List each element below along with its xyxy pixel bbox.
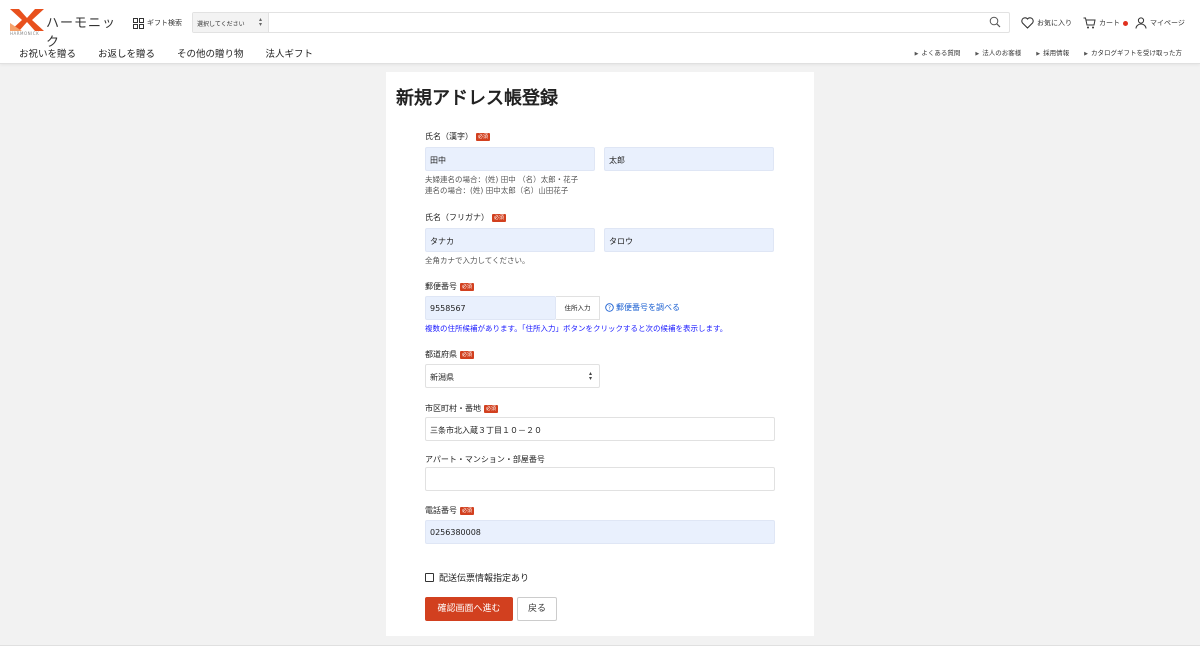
nav-item-celebration[interactable]: お祝いを贈る (19, 46, 76, 60)
sub-nav-faq-label: よくある質問 (921, 49, 961, 57)
city-label-row: 市区町村・番地 必須 (425, 403, 499, 414)
gift-search-label: ギフト検索 (147, 19, 182, 27)
sub-nav-recruit-label: 採用情報 (1043, 49, 1070, 57)
name-hint-couple: 夫婦連名の場合：(姓) 田中 （名）太郎・花子 (425, 175, 579, 184)
address-form-card: 新規アドレス帳登録 氏名（漢字） 必須 田中 太郎 夫婦連名の場合：(姓) 田中… (386, 72, 814, 636)
favorites-link[interactable]: お気に入り (1021, 17, 1072, 29)
sub-nav-corporate-label: 法人のお客様 (982, 49, 1022, 57)
prefecture-select[interactable]: 新潟県 ▴ ▾ (425, 364, 600, 388)
triangle-right-icon: ▶ (1084, 51, 1088, 57)
city-label: 市区町村・番地 (425, 404, 481, 413)
search-icon[interactable] (989, 16, 1001, 28)
cart-label: カート (1099, 19, 1120, 27)
svg-text:?: ? (608, 306, 611, 312)
help-circle-icon: ? (605, 303, 614, 312)
main-nav: お祝いを贈る お返しを贈る その他の贈り物 法人ギフト (19, 46, 313, 60)
prefecture-label: 都道府県 (425, 350, 457, 359)
logo[interactable]: ハーモニック HARMONICK (10, 9, 120, 50)
sub-nav-corporate[interactable]: ▶ 法人のお客様 (975, 47, 1021, 57)
select-arrows-icon: ▴ ▾ (258, 16, 262, 28)
zip-lookup-link[interactable]: ? 郵便番号を調べる (605, 302, 680, 313)
cart-icon (1083, 17, 1096, 29)
user-icon (1135, 17, 1147, 29)
gift-search-button[interactable]: ギフト検索 (133, 16, 182, 30)
triangle-right-icon: ▶ (1036, 51, 1041, 57)
mypage-link[interactable]: マイページ (1135, 17, 1185, 29)
logo-text: ハーモニック (46, 16, 117, 50)
favorites-label: お気に入り (1037, 19, 1072, 27)
footer-edge (0, 645, 1200, 653)
search-category-select[interactable]: 選択してください ▴ ▾ (193, 13, 269, 32)
required-badge: 必須 (484, 404, 499, 413)
name-hint-joint: 連名の場合：(姓) 田中太郎（名）山田花子 (425, 186, 569, 195)
select-arrows-icon: ▴ ▾ (588, 370, 592, 382)
grid-icon (133, 17, 144, 29)
nav-item-return-gift[interactable]: お返しを贈る (98, 46, 155, 60)
zip-input[interactable]: 9558567 (425, 296, 556, 320)
logo-mark-icon (10, 9, 44, 31)
shipping-label-option[interactable]: 配送伝票情報指定あり (425, 571, 529, 584)
cart-link[interactable]: カート (1083, 17, 1128, 29)
city-input[interactable]: 三条市北入蔵３丁目１０－２０ (425, 417, 775, 441)
nav-item-other-gifts[interactable]: その他の贈り物 (177, 46, 244, 60)
phone-label: 電話番号 (425, 506, 457, 515)
sub-nav: ▶ よくある質問 ▶ 法人のお客様 ▶ 採用情報 ▶ カタログギフトを受け取った方 (915, 47, 1182, 57)
phone-label-row: 電話番号 必須 (425, 505, 475, 516)
kana-hint: 全角カナで入力してください。 (425, 256, 530, 265)
name-kanji-label: 氏名（漢字） (425, 132, 473, 141)
triangle-right-icon: ▶ (914, 51, 919, 57)
site-header: ハーモニック HARMONICK ギフト検索 選択してください ▴ ▾ お気に入り… (0, 0, 1200, 64)
first-name-kanji-input[interactable]: 太郎 (604, 147, 774, 171)
first-name-kana-input[interactable]: タロウ (604, 228, 774, 252)
last-name-kanji-input[interactable]: 田中 (425, 147, 595, 171)
required-badge: 必須 (492, 213, 507, 222)
search-category-value: 選択してください (197, 21, 245, 28)
page-title: 新規アドレス帳登録 (396, 88, 558, 109)
sub-nav-catalog-recipient[interactable]: ▶ カタログギフトを受け取った方 (1084, 47, 1182, 57)
search-input[interactable] (271, 13, 971, 32)
sub-nav-catalog-recipient-label: カタログギフトを受け取った方 (1091, 49, 1182, 57)
cart-badge (1123, 20, 1128, 26)
required-badge: 必須 (460, 506, 475, 515)
required-badge: 必須 (460, 282, 475, 291)
sub-nav-recruit[interactable]: ▶ 採用情報 (1036, 47, 1069, 57)
name-kanji-label-row: 氏名（漢字） 必須 (425, 131, 491, 142)
last-name-kana-input[interactable]: タナカ (425, 228, 595, 252)
zip-label-row: 郵便番号 必須 (425, 281, 475, 292)
building-label: アパート・マンション・部屋番号 (425, 455, 545, 464)
building-label-row: アパート・マンション・部屋番号 (425, 454, 545, 465)
nav-item-corporate-gift[interactable]: 法人ギフト (266, 46, 314, 60)
triangle-right-icon: ▶ (975, 51, 980, 57)
logo-subtext: HARMONICK (10, 31, 40, 36)
required-badge: 必須 (476, 132, 491, 141)
back-button[interactable]: 戻る (517, 597, 557, 621)
prefecture-value: 新潟県 (430, 373, 454, 382)
address-fill-button[interactable]: 住所入力 (556, 296, 600, 320)
zip-label: 郵便番号 (425, 282, 457, 291)
mypage-label: マイページ (1150, 19, 1185, 27)
prefecture-label-row: 都道府県 必須 (425, 349, 475, 360)
zip-lookup-label: 郵便番号を調べる (616, 303, 680, 312)
building-input[interactable] (425, 467, 775, 491)
shipping-label-checkbox[interactable] (425, 573, 434, 582)
zip-candidates-note: 複数の住所候補があります。「住所入力」ボタンをクリックすると次の候補を表示します… (425, 324, 728, 333)
phone-input[interactable]: 0256380008 (425, 520, 775, 544)
required-badge: 必須 (460, 350, 475, 359)
name-kana-label: 氏名（フリガナ） (425, 213, 489, 222)
confirm-button[interactable]: 確認画面へ進む (425, 597, 513, 621)
shipping-label-checkbox-label: 配送伝票情報指定あり (439, 574, 530, 584)
heart-icon (1021, 17, 1034, 29)
name-kana-label-row: 氏名（フリガナ） 必須 (425, 212, 507, 223)
sub-nav-faq[interactable]: ▶ よくある質問 (915, 47, 961, 57)
search-bar: 選択してください ▴ ▾ (192, 12, 1010, 33)
